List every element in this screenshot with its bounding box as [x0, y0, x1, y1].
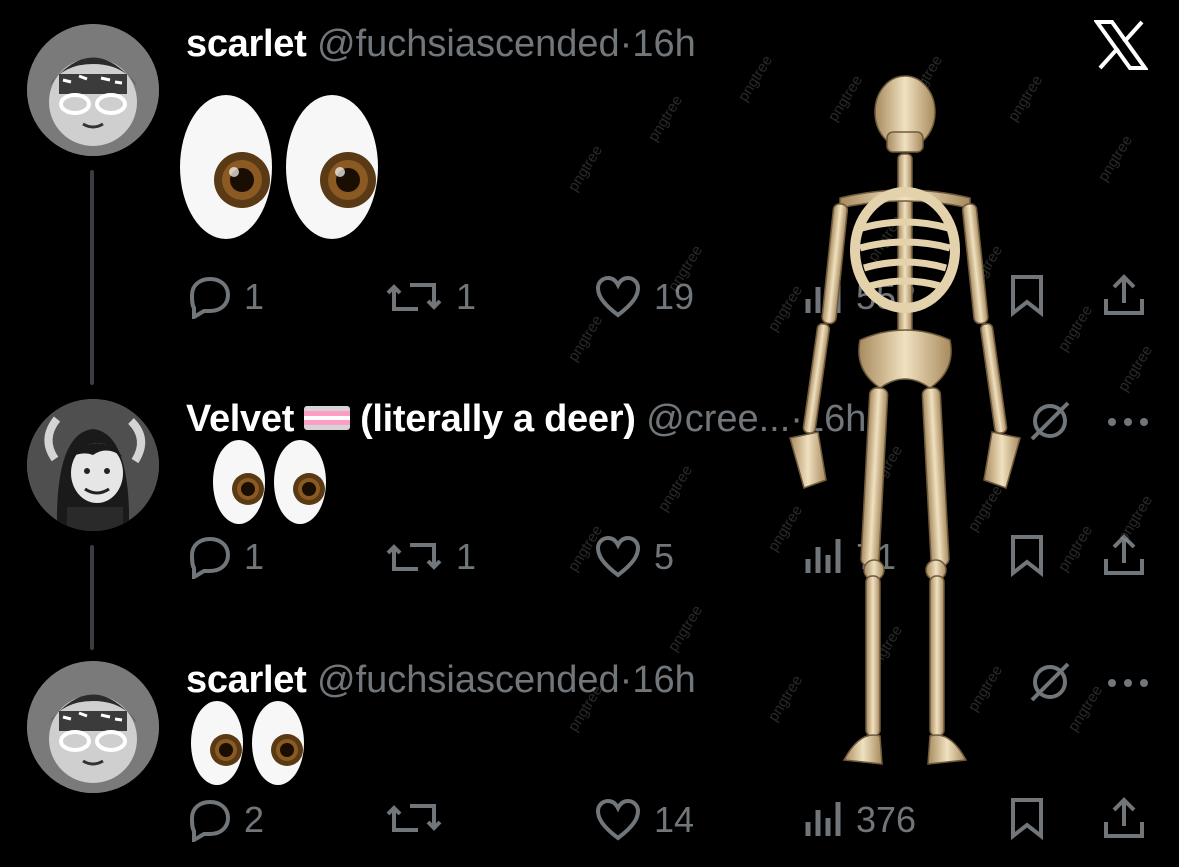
thread-line-2 [90, 545, 94, 650]
heart-icon [595, 798, 641, 841]
handle[interactable]: @fuchsiascended [317, 23, 620, 65]
display-name[interactable]: scarlet [186, 659, 307, 701]
views-count: 376 [856, 799, 917, 840]
like-button[interactable]: 5 [594, 533, 674, 581]
timestamp[interactable]: 16h [632, 23, 695, 65]
flag-stripe [304, 425, 351, 430]
like-count: 5 [654, 536, 675, 577]
tweet-header: Velvet (literally a deer) @cree...·16h [186, 395, 866, 443]
heart-icon [595, 535, 641, 578]
share-button[interactable] [1102, 796, 1146, 840]
reply-count: 1 [244, 536, 265, 577]
display-name[interactable]: scarlet [186, 23, 307, 65]
share-icon [1104, 797, 1144, 838]
repost-icon [386, 543, 442, 571]
thread-line-1 [90, 170, 94, 385]
watermark-text: pngtree [1114, 342, 1157, 395]
reply-icon [189, 536, 231, 579]
repost-icon [386, 804, 442, 832]
tweet-content-eyes-emoji [190, 698, 308, 788]
display-name-suffix[interactable]: (literally a deer) [360, 398, 636, 440]
views-button[interactable]: 376 [804, 796, 916, 844]
avatar-scarlet-1[interactable] [27, 24, 159, 156]
more-icon [1108, 679, 1148, 687]
reply-button[interactable]: 1 [186, 273, 264, 321]
repost-button[interactable]: 1 [384, 273, 476, 321]
handle[interactable]: @fuchsiascended [317, 659, 620, 701]
repost-count: 1 [456, 276, 477, 317]
share-button[interactable] [1102, 273, 1146, 317]
flag-emoji [304, 405, 351, 430]
share-icon [1104, 274, 1144, 315]
handle[interactable]: @cree... [646, 398, 790, 440]
avatar-scarlet-2[interactable] [27, 661, 159, 793]
reply-icon [189, 276, 231, 319]
avatar-velvet[interactable] [27, 399, 159, 531]
more-button[interactable] [1106, 415, 1150, 433]
separator: · [619, 659, 633, 701]
repost-button[interactable]: 1 [384, 533, 476, 581]
bookmark-icon [1011, 798, 1043, 840]
tweet-header: scarlet @fuchsiascended·16h [186, 656, 696, 704]
skeleton-image [770, 70, 1040, 775]
display-name[interactable]: Velvet [186, 398, 294, 440]
reply-icon [189, 799, 231, 842]
views-icon [805, 802, 841, 836]
tweet-content-eyes-emoji [212, 437, 330, 527]
tweet-content-eyes-emoji [176, 92, 386, 242]
repost-count: 1 [456, 536, 477, 577]
more-icon [1108, 418, 1148, 426]
separator: · [619, 23, 633, 65]
tweet-header: scarlet @fuchsiascended·16h [186, 20, 696, 68]
tweet-actions: 2 14 376 [186, 796, 1146, 844]
reply-button[interactable]: 1 [186, 533, 264, 581]
watermark-text: pngtree [664, 602, 707, 655]
like-button[interactable]: 14 [594, 796, 694, 844]
reply-count: 1 [244, 276, 265, 317]
bookmark-button[interactable] [1009, 796, 1045, 840]
heart-icon [595, 275, 641, 318]
reply-button[interactable]: 2 [186, 796, 264, 844]
repost-button[interactable] [384, 796, 456, 840]
reply-count: 2 [244, 799, 265, 840]
more-button[interactable] [1106, 676, 1150, 694]
timestamp[interactable]: 16h [632, 659, 695, 701]
repost-icon [386, 283, 442, 311]
like-count: 14 [654, 799, 695, 840]
